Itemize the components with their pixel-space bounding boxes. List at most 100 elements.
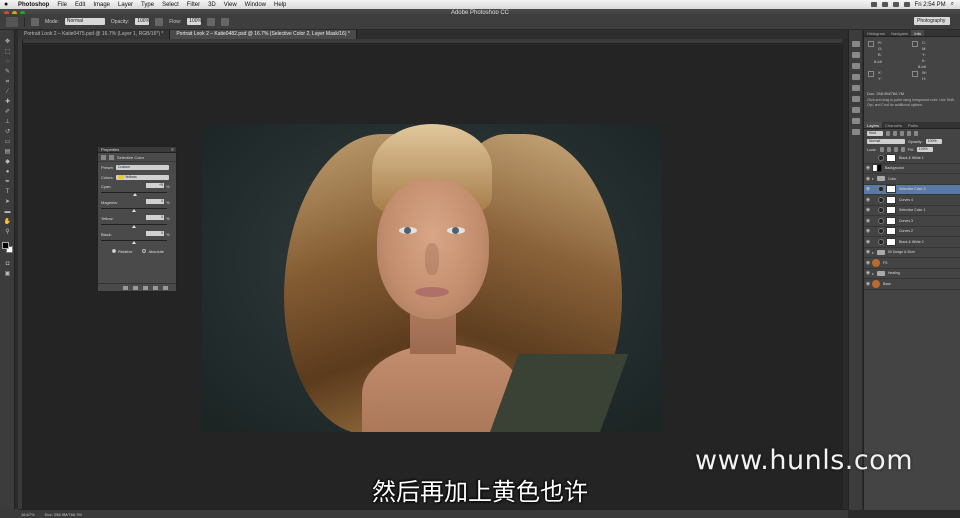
apple-icon[interactable]: ●	[4, 1, 10, 8]
kind-filter-select[interactable]: Kind	[867, 130, 883, 136]
layer-row[interactable]: ◉ ▸ Healing	[864, 269, 960, 279]
brush-tool-icon[interactable]: ✐	[3, 109, 12, 116]
layer-visibility-icon[interactable]: ◉	[864, 239, 872, 245]
layer-row[interactable]: ◉ ▸ 50 Dodge & Burn	[864, 248, 960, 258]
eyedropper-readout-icon[interactable]	[868, 41, 874, 47]
tab-histogram[interactable]: Histogram	[864, 30, 888, 36]
actions-panel-icon[interactable]	[851, 52, 860, 58]
doc-tab-katie0475[interactable]: Portrait Look 2 – Katie0475.psd @ 16.7% …	[18, 30, 171, 39]
paragraph-panel-icon[interactable]	[851, 107, 860, 113]
status-icon[interactable]	[870, 2, 877, 7]
reset-icon[interactable]	[143, 285, 148, 290]
adjustment-layer-icon[interactable]	[878, 196, 884, 203]
layer-visibility-icon[interactable]: ◉	[864, 260, 872, 266]
layer-row[interactable]: ◉ Curves 2	[864, 227, 960, 237]
airbrush-icon[interactable]	[207, 17, 216, 26]
colors-select[interactable]: Yellows	[116, 174, 169, 180]
menu-3d[interactable]: 3D	[208, 2, 216, 8]
menu-window[interactable]: Window	[245, 2, 266, 8]
filter-smart-icon[interactable]	[914, 130, 918, 136]
zoom-level[interactable]: 16.67%	[21, 512, 35, 517]
layer-visibility-icon[interactable]: ◉	[864, 207, 872, 213]
workspace-select[interactable]: Photography	[914, 17, 950, 25]
relative-radio[interactable]	[112, 249, 116, 254]
type-tool-icon[interactable]: T	[3, 189, 12, 196]
filter-shape-icon[interactable]	[907, 130, 911, 136]
portrait-image[interactable]	[202, 124, 662, 432]
layer-visibility-icon[interactable]: ◉	[864, 270, 872, 276]
layer-mask-thumbnail[interactable]	[886, 206, 896, 215]
menu-filter[interactable]: Filter	[187, 2, 200, 8]
layer-name[interactable]: Healing	[888, 271, 900, 275]
marquee-tool-icon[interactable]: ⬚	[3, 49, 12, 56]
eyedropper-tool-icon[interactable]: ⁄	[3, 89, 12, 96]
tab-channels[interactable]: Channels	[882, 122, 905, 128]
adjustments-panel-icon[interactable]	[851, 118, 860, 124]
foreground-color[interactable]	[2, 242, 9, 249]
cmyk-readout-icon[interactable]	[912, 41, 918, 47]
black-slider-thumb[interactable]	[132, 241, 136, 244]
dodge-tool-icon[interactable]: ●	[3, 169, 12, 176]
visibility-icon[interactable]	[153, 285, 158, 290]
swatches-panel-icon[interactable]	[851, 74, 860, 80]
volume-icon[interactable]	[892, 2, 899, 7]
layer-mask-thumbnail[interactable]	[886, 195, 896, 204]
blend-mode-select[interactable]: Normal	[867, 138, 905, 144]
brush-panel-icon-2[interactable]	[851, 85, 860, 91]
layer-visibility-icon[interactable]: ◉	[864, 228, 872, 234]
healing-tool-icon[interactable]: ✚	[3, 99, 12, 106]
layer-name[interactable]: Curves 3	[899, 219, 913, 223]
layer-visibility-icon[interactable]: ◉	[864, 165, 872, 171]
layer-mask-icon[interactable]	[109, 154, 114, 160]
filter-pixel-icon[interactable]	[886, 130, 890, 136]
menu-layer[interactable]: Layer	[118, 2, 133, 8]
menu-help[interactable]: Help	[274, 2, 286, 8]
layer-name[interactable]: Black & White 2	[899, 240, 924, 244]
adjustment-layer-icon[interactable]	[878, 154, 884, 161]
styles-panel-icon[interactable]	[851, 129, 860, 135]
move-tool-icon[interactable]: ✥	[3, 39, 12, 46]
layer-thumbnail[interactable]	[872, 258, 880, 267]
adjustment-layer-icon[interactable]	[878, 186, 884, 193]
layer-visibility-icon[interactable]: ◉	[864, 249, 872, 255]
layer-mask-thumbnail[interactable]	[886, 237, 896, 246]
color-panel-icon[interactable]	[851, 63, 860, 69]
yellow-slider-thumb[interactable]	[132, 225, 136, 228]
path-select-tool-icon[interactable]: ➤	[3, 199, 12, 206]
mode-select[interactable]: Normal	[64, 18, 105, 25]
layer-row[interactable]: ◉ ▸ Color	[864, 174, 960, 185]
layer-name[interactable]: Curves 4	[899, 198, 913, 202]
hand-tool-icon[interactable]: ✋	[3, 219, 12, 226]
pen-tool-icon[interactable]: ✒	[3, 179, 12, 186]
gradient-tool-icon[interactable]: ▤	[3, 149, 12, 156]
doc-tab-katie0482[interactable]: Portrait Look 2 – Katie0482.psd @ 16.7% …	[170, 30, 357, 39]
tab-paths[interactable]: Paths	[905, 122, 921, 128]
layer-row[interactable]: ◉ Background	[864, 164, 960, 174]
layer-thumbnail[interactable]	[872, 279, 880, 288]
menu-type[interactable]: Type	[141, 2, 154, 8]
history-panel-icon[interactable]	[851, 41, 860, 47]
layer-mask-thumbnail[interactable]	[886, 216, 896, 225]
blur-tool-icon[interactable]: ◆	[3, 159, 12, 166]
yellow-value-input[interactable]: 0	[146, 215, 164, 220]
layer-name[interactable]: Selective Color 1	[899, 208, 925, 212]
layer-row[interactable]: ◉ Selective Color 1	[864, 206, 960, 216]
layer-row[interactable]: Black & White 1	[864, 153, 960, 164]
adjustment-layer-icon[interactable]	[878, 207, 884, 214]
layer-mask-thumbnail[interactable]	[886, 185, 896, 194]
fill-field[interactable]: 100%	[916, 146, 933, 152]
search-icon[interactable]: ⌕	[951, 1, 954, 8]
quick-mask-icon[interactable]: ◘	[3, 261, 12, 268]
layer-visibility-icon[interactable]: ◉	[864, 197, 872, 203]
layer-row[interactable]: ◉ Selective Color 2	[864, 184, 960, 195]
layer-name[interactable]: Color	[888, 177, 896, 181]
layer-row[interactable]: ◉ Curves 4	[864, 195, 960, 206]
battery-icon[interactable]	[903, 2, 910, 7]
preset-select[interactable]: Custom	[116, 164, 169, 170]
clip-to-layer-icon[interactable]	[123, 285, 128, 290]
pressure-opacity-icon[interactable]	[155, 17, 164, 26]
tab-info[interactable]: Info	[911, 30, 925, 36]
quick-select-tool-icon[interactable]: ✎	[3, 69, 12, 76]
layer-opacity-field[interactable]: 100%	[925, 138, 942, 144]
lock-all-icon[interactable]	[900, 146, 905, 152]
